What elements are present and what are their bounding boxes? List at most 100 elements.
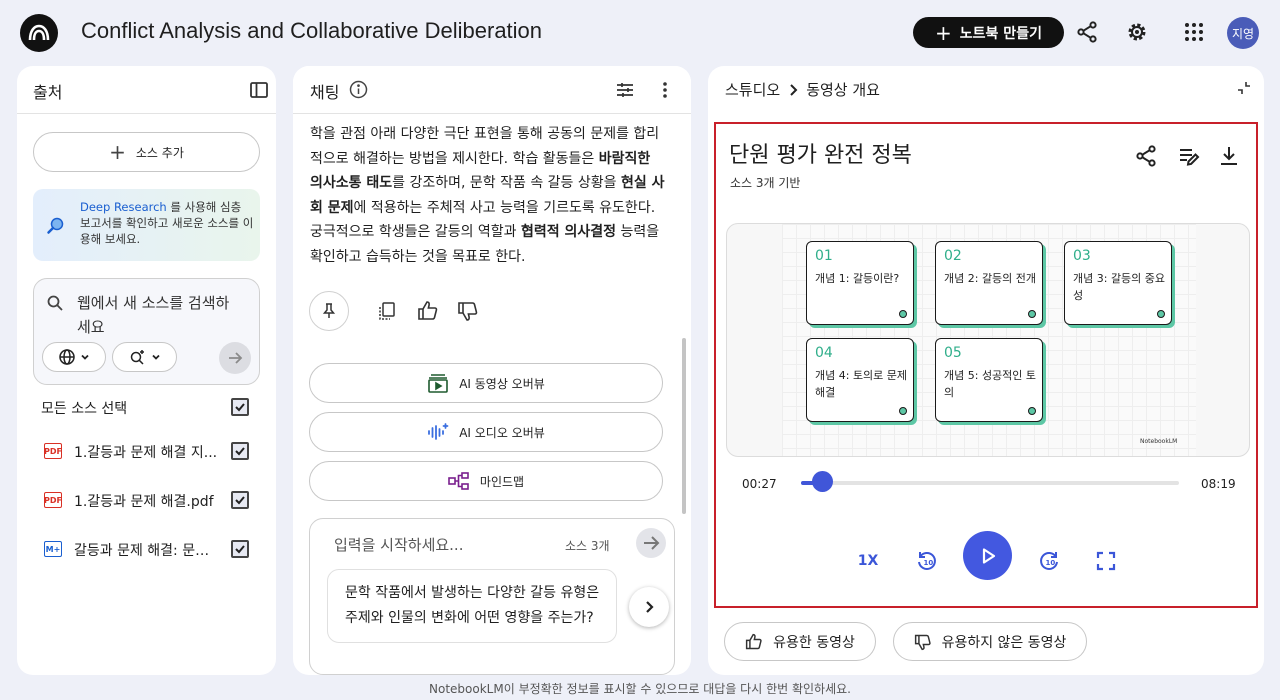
notebooklm-logo-icon[interactable]: [20, 14, 58, 52]
fullscreen-icon[interactable]: [1091, 546, 1121, 576]
collapse-icon[interactable]: [1236, 80, 1252, 96]
copy-button[interactable]: [367, 291, 407, 331]
not-helpful-video-button[interactable]: 유용하지 않은 동영상: [893, 622, 1087, 661]
concept-card-number: 01: [815, 248, 833, 264]
notebook-title[interactable]: Conflict Analysis and Collaborative Deli…: [81, 18, 542, 44]
sources-panel: 출처 + 소스 추가 Deep Research 를 사용해 심층 보고서를 확…: [17, 66, 276, 675]
add-source-button[interactable]: + 소스 추가: [33, 132, 260, 172]
pin-icon: [322, 303, 336, 318]
deep-research-link[interactable]: Deep Research: [80, 200, 167, 214]
concept-card-number: 02: [944, 248, 962, 264]
arrow-right-icon: [644, 536, 660, 550]
chat-input-card: 입력을 시작하세요... 소스 3개 문학 작품에서 발생하는 다양한 갈등 유…: [309, 518, 675, 675]
helpful-video-button[interactable]: 유용한 동영상: [724, 622, 876, 661]
thumbs-up-icon: [418, 301, 438, 320]
concept-card: 04 개념 4: 토의로 문제 해결: [806, 338, 914, 422]
chat-scrollbar[interactable]: [682, 338, 686, 514]
select-all-checkbox[interactable]: [231, 398, 249, 416]
source-item-checkbox[interactable]: [231, 491, 249, 509]
ai-video-overview-button[interactable]: AI 동영상 오버뷰: [309, 363, 663, 403]
web-source-search-box[interactable]: 웹에서 새 소스를 검색하세요: [33, 278, 260, 385]
suggested-question-chip[interactable]: 문학 작품에서 발생하는 다양한 갈등 유형은 주제와 인물의 변화에 어떤 영…: [327, 569, 617, 643]
share-icon[interactable]: [1134, 144, 1158, 168]
breadcrumb-studio[interactable]: 스튜디오: [725, 79, 780, 100]
panel-divider: [17, 113, 276, 114]
concept-card: 05 개념 5: 성공적인 토의: [935, 338, 1043, 422]
ai-audio-overview-button[interactable]: AI 오디오 오버뷰: [309, 412, 663, 452]
panel-divider: [293, 113, 691, 114]
concept-card-label: 개념 4: 토의로 문제 해결: [815, 369, 908, 399]
concept-card-number: 05: [944, 345, 962, 361]
markdown-file-icon: M+: [44, 541, 62, 557]
download-icon[interactable]: [1217, 144, 1241, 168]
thumbs-up-icon: [746, 633, 762, 649]
next-suggestion-button[interactable]: [629, 587, 669, 627]
search-input[interactable]: 웹에서 새 소스를 검색하세요: [77, 291, 237, 339]
mindmap-icon: [448, 472, 469, 490]
chevron-right-icon: [646, 601, 654, 613]
source-item[interactable]: PDF 1.갈등과 문제 해결 지...: [17, 436, 276, 466]
notebooklm-watermark: NotebookLM: [1140, 438, 1178, 445]
checkmark-icon: [235, 403, 245, 412]
chat-scroll-fade: [293, 114, 691, 128]
time-current: 00:27: [742, 477, 777, 491]
concept-card-label: 개념 3: 갈등의 중요성: [1073, 272, 1166, 302]
playback-speed-button[interactable]: 1X: [853, 546, 883, 576]
source-item[interactable]: M+ 갈등과 문제 해결: 문학...: [17, 534, 276, 564]
chat-input[interactable]: 입력을 시작하세요...: [334, 534, 463, 555]
source-web-dropdown[interactable]: [42, 342, 106, 372]
ai-video-overview-label: AI 동영상 오버뷰: [459, 376, 545, 391]
deep-research-banner[interactable]: Deep Research 를 사용해 심층 보고서를 확인하고 새로운 소스를…: [33, 189, 260, 261]
time-total: 08:19: [1201, 477, 1236, 491]
source-item-label: 갈등과 문제 해결: 문학...: [74, 543, 219, 559]
video-title: 단원 평가 완전 정복: [729, 143, 912, 168]
video-frame[interactable]: 01 개념 1: 갈등이란? 02 개념 2: 갈등의 전개 03 개념 3: …: [726, 223, 1250, 457]
seek-bar[interactable]: [801, 481, 1179, 485]
video-source-count: 소스 3개 기반: [730, 176, 801, 190]
concept-card-dot: [1157, 310, 1165, 318]
source-item-checkbox[interactable]: [231, 442, 249, 460]
chat-panel-title: 채팅: [310, 83, 340, 102]
source-item[interactable]: PDF 1.갈등과 문제 해결.pdf: [17, 485, 276, 515]
helpful-video-label: 유용한 동영상: [773, 634, 855, 651]
user-avatar[interactable]: 지영: [1227, 17, 1259, 49]
chevron-right-icon: [790, 83, 798, 96]
checkmark-icon: [235, 545, 245, 554]
research-mode-dropdown[interactable]: [112, 342, 177, 372]
collapse-panel-icon[interactable]: [249, 80, 269, 100]
search-sparkle-icon: [130, 350, 144, 365]
rewind-10-icon[interactable]: 10: [912, 546, 942, 576]
seek-thumb[interactable]: [811, 471, 833, 492]
mindmap-label: 마인드맵: [479, 474, 525, 489]
chat-settings-sliders-icon[interactable]: [615, 80, 635, 100]
thumbs-down-icon: [914, 634, 931, 650]
concept-card-dot: [1028, 310, 1036, 318]
concept-card: 03 개념 3: 갈등의 중요성: [1064, 241, 1172, 325]
source-item-checkbox[interactable]: [231, 540, 249, 558]
concept-card-number: 04: [815, 345, 833, 361]
info-icon[interactable]: [349, 80, 368, 99]
ai-audio-overview-label: AI 오디오 오버뷰: [459, 425, 545, 440]
thumbs-up-button[interactable]: [408, 291, 448, 331]
app-header: Conflict Analysis and Collaborative Deli…: [0, 0, 1280, 64]
thumbs-down-button[interactable]: [448, 291, 488, 331]
save-to-note-pin-button[interactable]: [309, 291, 349, 331]
settings-gear-icon[interactable]: [1125, 20, 1149, 44]
select-all-label: 모든 소스 선택: [41, 401, 128, 417]
source-count-label: 소스 3개: [565, 539, 610, 553]
concept-card: 02 개념 2: 갈등의 전개: [935, 241, 1043, 325]
create-notebook-button[interactable]: + 노트북 만들기: [913, 17, 1064, 48]
edit-notes-icon[interactable]: [1177, 144, 1201, 168]
play-icon: [982, 547, 995, 564]
search-submit-button[interactable]: [219, 342, 251, 374]
video-overview-player: 단원 평가 완전 정복 소스 3개 기반 01 개념 1: 갈등이란? 02 개…: [714, 122, 1258, 608]
forward-10-icon[interactable]: 10: [1034, 546, 1064, 576]
chat-send-button[interactable]: [636, 528, 666, 558]
share-icon[interactable]: [1075, 20, 1099, 44]
chat-panel: 학을 관점 아래 다양한 극단 표현을 통해 공동의 문제를 합리적으로 해결하…: [293, 66, 691, 675]
more-vert-icon[interactable]: [655, 80, 675, 100]
chat-text-run: 학을 관점 아래 다양한 극단 표현을 통해 공동의 문제를 합리: [310, 126, 660, 142]
mindmap-button[interactable]: 마인드맵: [309, 461, 663, 501]
play-button[interactable]: [963, 531, 1012, 580]
apps-grid-icon[interactable]: [1182, 20, 1206, 44]
